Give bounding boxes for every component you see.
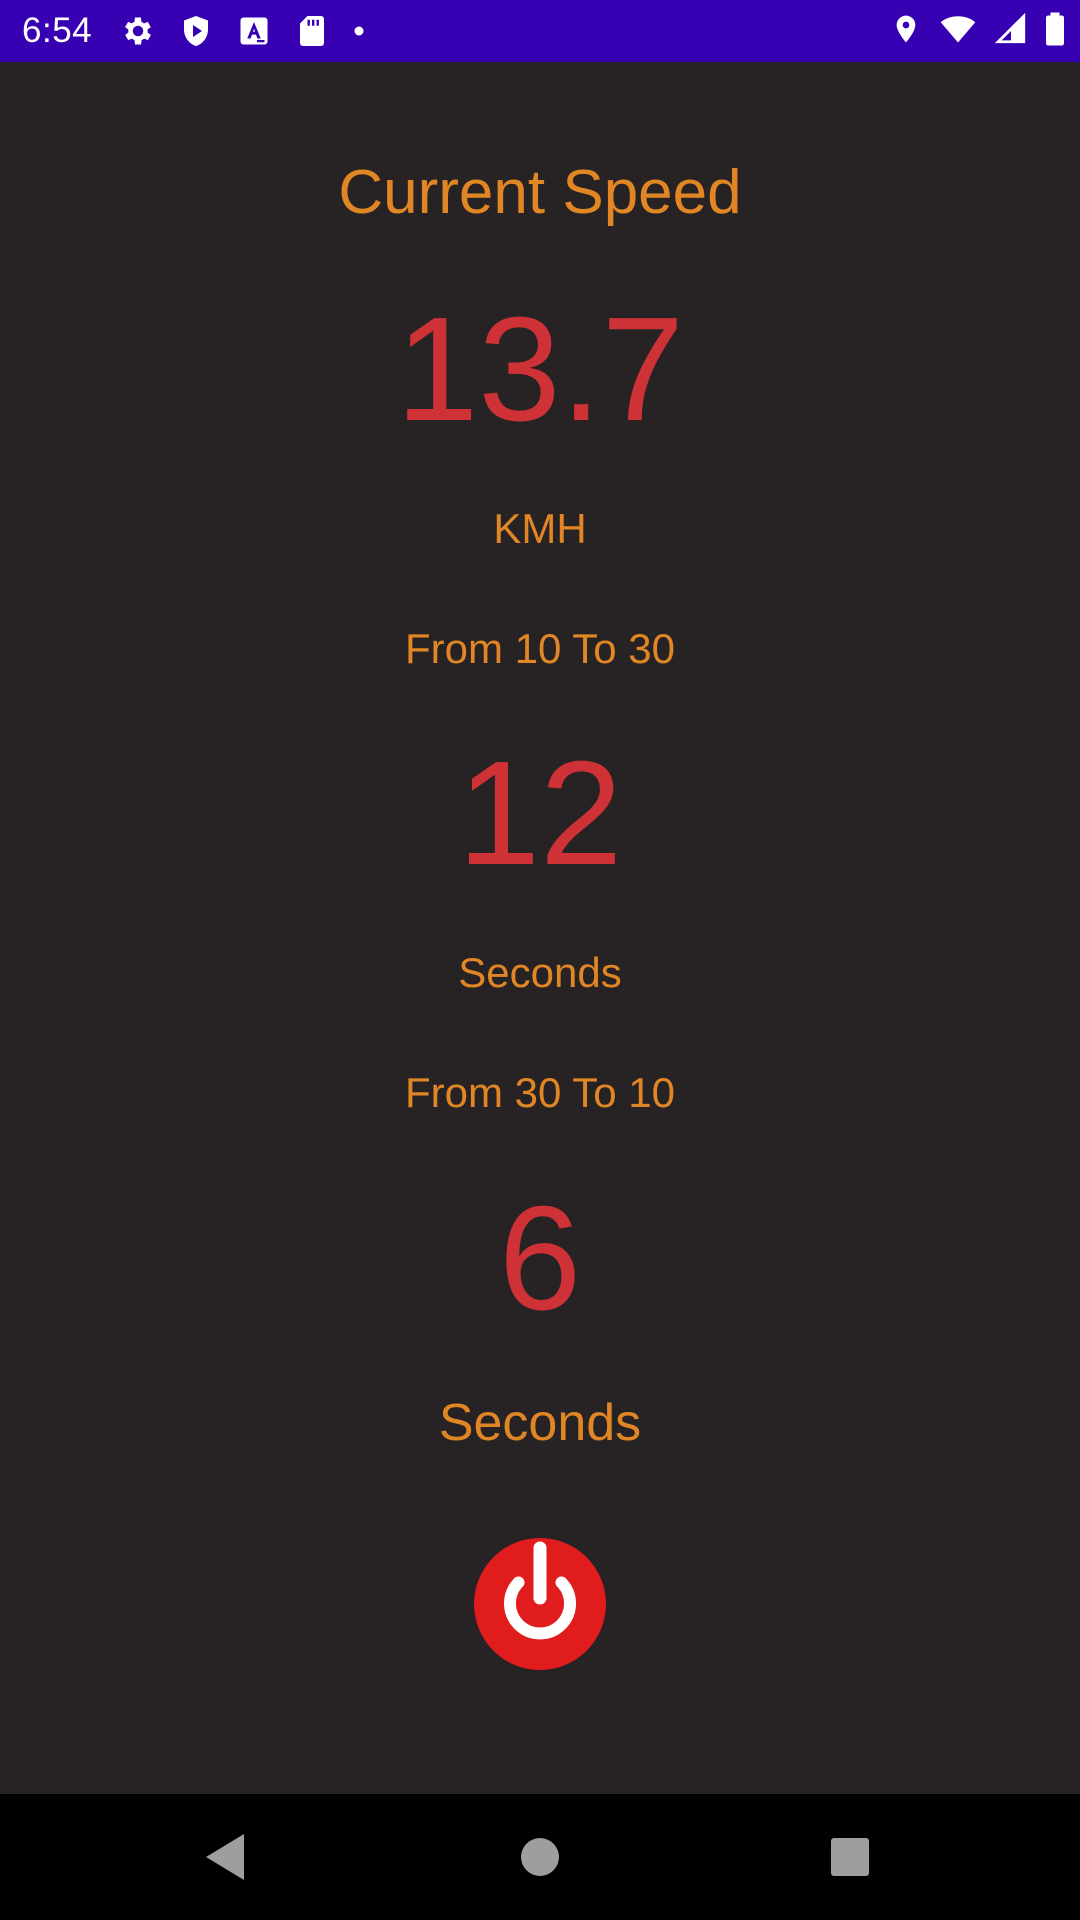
current-speed-value: 13.7 <box>395 287 685 452</box>
wifi-icon <box>938 11 978 52</box>
status-time: 6:54 <box>22 11 93 50</box>
deceleration-range-label: From 30 To 10 <box>404 1069 676 1116</box>
recents-square-icon <box>831 1838 869 1876</box>
power-icon <box>474 1538 606 1670</box>
settings-gear-icon <box>120 13 156 49</box>
deceleration-time-value: 6 <box>498 1176 582 1341</box>
status-bar: 6:54 <box>0 0 1080 62</box>
back-button[interactable] <box>190 1822 260 1892</box>
acceleration-range-label: From 10 To 30 <box>404 625 676 672</box>
acceleration-unit-label: Seconds <box>458 949 622 996</box>
battery-icon <box>1044 11 1066 52</box>
home-button[interactable] <box>505 1822 575 1892</box>
speed-unit-label: KMH <box>493 505 587 552</box>
deceleration-unit-label: Seconds <box>438 1394 642 1452</box>
recents-button[interactable] <box>815 1822 885 1892</box>
play-protect-icon <box>178 13 214 49</box>
acceleration-time-value: 12 <box>457 731 623 896</box>
current-speed-title: Current Speed <box>338 158 742 227</box>
power-button[interactable] <box>474 1538 606 1670</box>
status-icons-right <box>874 12 1066 50</box>
status-icons-left <box>120 12 388 50</box>
home-circle-icon <box>521 1838 559 1876</box>
notification-dot-icon <box>352 13 366 49</box>
back-triangle-icon <box>206 1834 244 1880</box>
cell-signal-icon <box>994 11 1028 52</box>
sd-card-icon <box>294 13 330 49</box>
location-pin-icon <box>890 11 922 52</box>
speed-screen: Current Speed 13.7 KMH From 10 To 30 12 … <box>0 62 1080 1794</box>
text-a-icon <box>236 13 272 49</box>
navigation-bar <box>0 1794 1080 1920</box>
